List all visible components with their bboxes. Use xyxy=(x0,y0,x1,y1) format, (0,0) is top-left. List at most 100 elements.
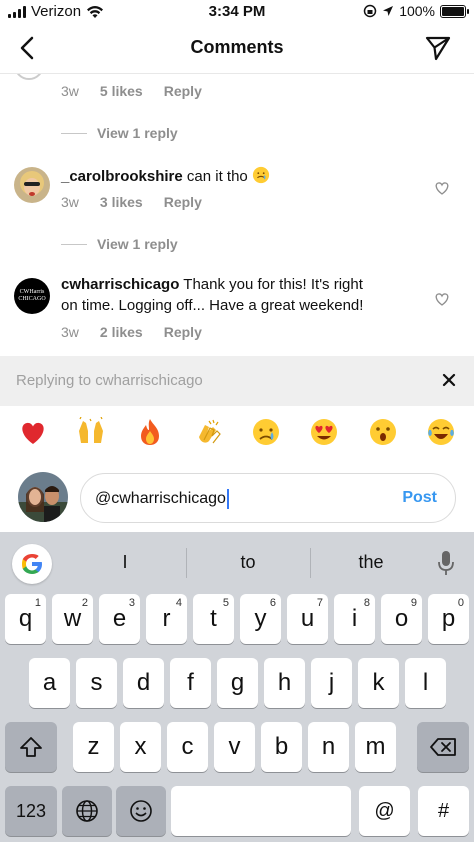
reply-button[interactable]: Reply xyxy=(164,194,202,210)
key-o[interactable]: o9 xyxy=(381,594,422,644)
key-w[interactable]: w2 xyxy=(52,594,93,644)
key-number-hint: 9 xyxy=(410,597,417,609)
comment-age: 3w xyxy=(61,194,79,210)
comment-username[interactable]: cwharrischicago xyxy=(61,276,179,293)
key-number-hint: 1 xyxy=(34,597,41,609)
key-b[interactable]: b xyxy=(261,722,302,772)
comment-text: cwharrischicago Thank you for this! It's… xyxy=(61,274,411,316)
suggestion-divider xyxy=(310,548,311,578)
key-n[interactable]: n xyxy=(308,722,349,772)
google-g-icon[interactable] xyxy=(12,544,52,584)
key-letter: p xyxy=(441,605,456,632)
key-u[interactable]: u7 xyxy=(287,594,328,644)
key-number-hint: 0 xyxy=(457,597,464,609)
comment-input[interactable]: @cwharrischicago Post xyxy=(80,473,456,523)
key-p[interactable]: p0 xyxy=(428,594,469,644)
key-h[interactable]: h xyxy=(264,658,305,708)
hash-key[interactable]: # xyxy=(418,786,469,836)
key-f[interactable]: f xyxy=(170,658,211,708)
key-d[interactable]: d xyxy=(123,658,164,708)
key-v[interactable]: v xyxy=(214,722,255,772)
key-r[interactable]: r4 xyxy=(146,594,187,644)
at-key[interactable]: @ xyxy=(359,786,410,836)
key-a[interactable]: a xyxy=(29,658,70,708)
smiley-icon xyxy=(130,800,152,822)
key-q[interactable]: q1 xyxy=(5,594,46,644)
microphone-icon[interactable] xyxy=(438,550,454,576)
comment-age: 3w xyxy=(61,83,79,99)
tears-of-joy-icon[interactable] xyxy=(423,414,459,450)
key-k[interactable]: k xyxy=(358,658,399,708)
close-icon[interactable] xyxy=(440,371,458,389)
key-l[interactable]: l xyxy=(405,658,446,708)
backspace-key[interactable] xyxy=(417,722,469,772)
key-number-hint: 6 xyxy=(269,597,276,609)
key-t[interactable]: t5 xyxy=(193,594,234,644)
key-number-hint: 2 xyxy=(81,597,88,609)
key-i[interactable]: i8 xyxy=(334,594,375,644)
status-right: 100% xyxy=(363,3,469,19)
suggestion-word[interactable]: to xyxy=(198,552,298,573)
like-heart-icon[interactable] xyxy=(434,180,450,196)
text-caret xyxy=(226,489,229,509)
comment-meta: 3w 5 likes Reply xyxy=(61,83,223,99)
key-m[interactable]: m xyxy=(355,722,396,772)
key-letter: o xyxy=(394,605,409,632)
direct-message-icon[interactable] xyxy=(424,34,452,62)
key-e[interactable]: e3 xyxy=(99,594,140,644)
key-z[interactable]: z xyxy=(73,722,114,772)
comment-body-line1: Thank you for this! It's right xyxy=(183,276,363,293)
raising-hands-icon[interactable] xyxy=(73,414,109,450)
clapping-hands-icon[interactable] xyxy=(190,414,226,450)
comment-input-value: @cwharrischicago xyxy=(95,489,229,509)
likes-count[interactable]: 3 likes xyxy=(100,194,143,210)
numbers-key[interactable]: 123 xyxy=(5,786,57,836)
suggestion-divider xyxy=(186,548,187,578)
key-letter: y xyxy=(254,605,267,632)
view-replies-button[interactable]: View 1 reply xyxy=(61,236,178,252)
astonished-face-icon[interactable] xyxy=(365,414,401,450)
key-j[interactable]: j xyxy=(311,658,352,708)
space-key[interactable] xyxy=(171,786,351,836)
red-heart-icon[interactable] xyxy=(15,414,51,450)
comment-age: 3w xyxy=(61,324,79,340)
header: Comments xyxy=(0,24,474,74)
key-g[interactable]: g xyxy=(217,658,258,708)
keyboard: I to the q1w2e3r4t5y6u7i8o9p0 asdfghjkl … xyxy=(0,532,474,842)
avatar[interactable]: CWHarris CHICAGO xyxy=(14,278,50,314)
fire-icon[interactable] xyxy=(132,414,168,450)
key-letter: q xyxy=(18,605,33,632)
key-number-hint: 5 xyxy=(222,597,229,609)
heart-eyes-icon[interactable] xyxy=(306,414,342,450)
suggestion-word[interactable]: the xyxy=(321,552,421,573)
replying-banner: Replying to cwharrischicago xyxy=(0,356,474,406)
suggestion-word[interactable]: I xyxy=(75,552,175,573)
like-heart-icon[interactable] xyxy=(434,291,450,307)
likes-count[interactable]: 2 likes xyxy=(100,324,143,340)
likes-count[interactable]: 5 likes xyxy=(100,83,143,99)
view-replies-label: View 1 reply xyxy=(97,236,178,252)
key-number-hint: 8 xyxy=(363,597,370,609)
battery-percent: 100% xyxy=(399,3,435,19)
reply-button[interactable]: Reply xyxy=(164,83,202,99)
shift-key[interactable] xyxy=(5,722,57,772)
key-letter: w xyxy=(63,605,82,632)
key-x[interactable]: x xyxy=(120,722,161,772)
reply-button[interactable]: Reply xyxy=(164,324,202,340)
key-y[interactable]: y6 xyxy=(240,594,281,644)
key-letter: r xyxy=(162,605,171,632)
key-letter: i xyxy=(351,605,358,632)
avatar[interactable] xyxy=(14,167,50,203)
crying-face-icon[interactable] xyxy=(248,414,284,450)
key-c[interactable]: c xyxy=(167,722,208,772)
emoji-key[interactable] xyxy=(116,786,166,836)
current-user-avatar xyxy=(18,472,68,522)
globe-key[interactable] xyxy=(62,786,112,836)
post-button[interactable]: Post xyxy=(402,489,437,507)
comment-username[interactable]: _carolbrookshire xyxy=(61,168,183,185)
suggestion-bar: I to the xyxy=(0,532,474,590)
avatar-partial xyxy=(14,74,44,80)
key-s[interactable]: s xyxy=(76,658,117,708)
view-replies-button[interactable]: View 1 reply xyxy=(61,125,178,141)
key-letter: e xyxy=(112,605,127,632)
